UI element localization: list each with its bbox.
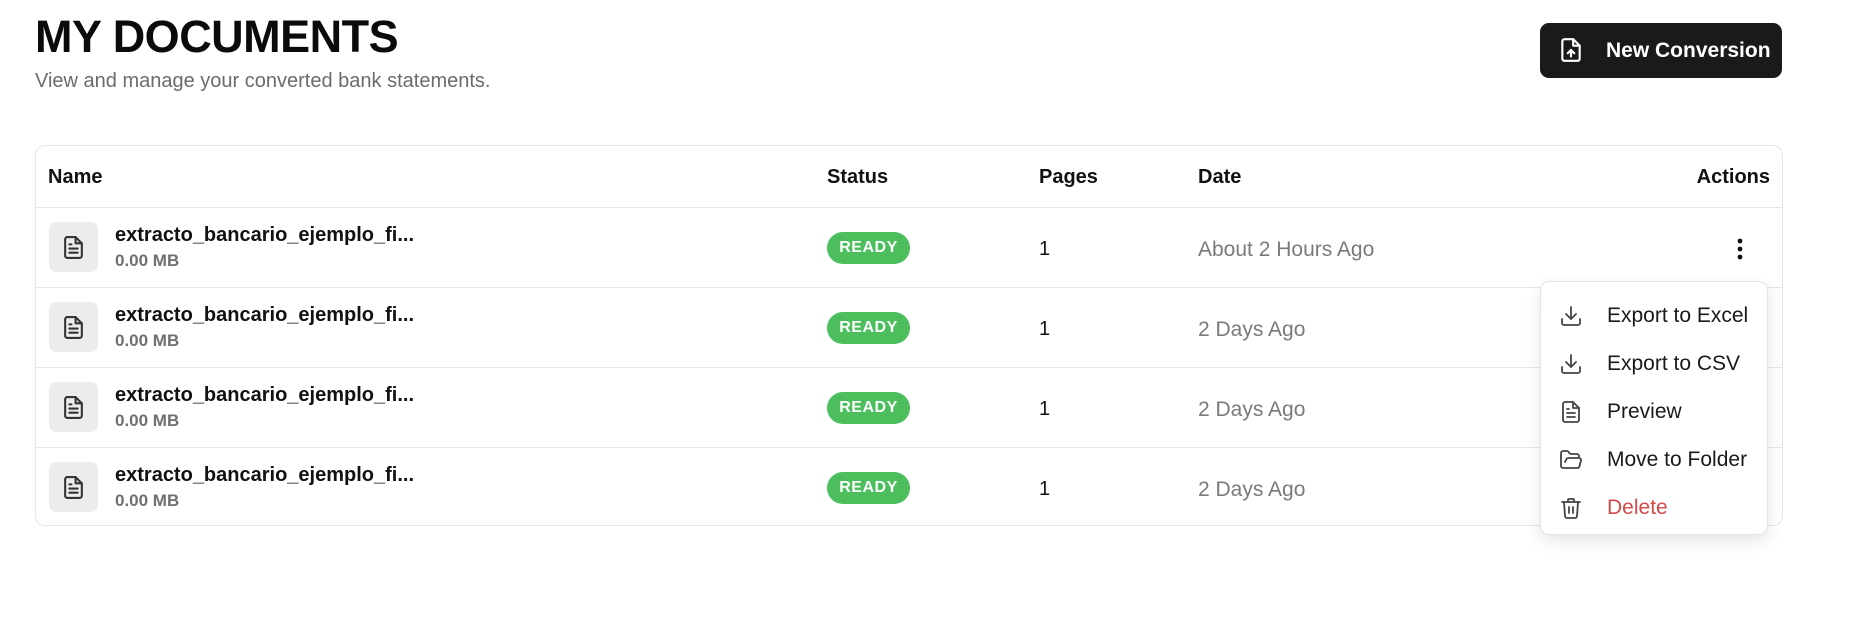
status-badge: READY <box>827 232 910 264</box>
document-icon <box>49 382 98 432</box>
file-name[interactable]: extracto_bancario_ejemplo_fi... <box>115 224 414 247</box>
page-count: 1 <box>1039 478 1051 500</box>
menu-item-label: Export to CSV <box>1607 352 1741 375</box>
file-upload-icon <box>1558 37 1584 63</box>
menu-item-preview[interactable]: Preview <box>1541 388 1767 434</box>
menu-item-export-excel[interactable]: Export to Excel <box>1541 292 1767 338</box>
new-conversion-button[interactable]: New Conversion <box>1540 23 1782 78</box>
document-icon <box>49 222 98 272</box>
document-icon <box>49 302 98 352</box>
table-row[interactable]: extracto_bancario_ejemplo_fi... 0.00 MB … <box>36 368 1782 448</box>
table-row[interactable]: extracto_bancario_ejemplo_fi... 0.00 MB … <box>36 288 1782 368</box>
table-row[interactable]: extracto_bancario_ejemplo_fi... 0.00 MB … <box>36 448 1782 528</box>
column-header-pages[interactable]: Pages <box>1039 166 1098 189</box>
menu-item-label: Export to Excel <box>1607 304 1749 327</box>
date-cell: 2 Days Ago <box>1198 478 1306 501</box>
file-name[interactable]: extracto_bancario_ejemplo_fi... <box>115 304 414 327</box>
column-header-name[interactable]: Name <box>48 166 102 189</box>
column-header-status[interactable]: Status <box>827 166 888 189</box>
file-size: 0.00 MB <box>115 411 180 430</box>
date-cell: 2 Days Ago <box>1198 398 1306 421</box>
file-size: 0.00 MB <box>115 251 180 270</box>
folder-open-icon <box>1559 448 1583 472</box>
page-count: 1 <box>1039 238 1051 260</box>
page-count: 1 <box>1039 398 1051 420</box>
table-header: Name Status Pages Date Actions <box>36 146 1782 208</box>
date-cell: About 2 Hours Ago <box>1198 238 1375 261</box>
menu-item-export-csv[interactable]: Export to CSV <box>1541 340 1767 386</box>
menu-item-label: Move to Folder <box>1607 448 1748 471</box>
status-badge: READY <box>827 312 910 344</box>
column-header-date[interactable]: Date <box>1198 166 1241 189</box>
download-icon <box>1559 352 1583 376</box>
row-actions-menu: Export to Excel Export to CSV Preview Mo… <box>1540 281 1768 535</box>
more-actions-icon[interactable] <box>1729 234 1751 264</box>
documents-table: Name Status Pages Date Actions extracto_… <box>35 145 1783 526</box>
page-subtitle: View and manage your converted bank stat… <box>35 70 491 92</box>
document-icon <box>49 462 98 512</box>
new-conversion-label: New Conversion <box>1606 39 1771 62</box>
page-title: MY DOCUMENTS <box>35 11 399 62</box>
page-count: 1 <box>1039 318 1051 340</box>
menu-item-delete[interactable]: Delete <box>1541 484 1767 530</box>
file-text-icon <box>1559 400 1583 424</box>
download-icon <box>1559 304 1583 328</box>
menu-item-move-to-folder[interactable]: Move to Folder <box>1541 436 1767 482</box>
menu-item-label: Preview <box>1607 400 1682 423</box>
status-badge: READY <box>827 392 910 424</box>
column-header-actions: Actions <box>1696 166 1770 188</box>
file-name[interactable]: extracto_bancario_ejemplo_fi... <box>115 464 414 487</box>
file-size: 0.00 MB <box>115 491 180 510</box>
date-cell: 2 Days Ago <box>1198 318 1306 341</box>
trash-icon <box>1559 496 1583 520</box>
table-row[interactable]: extracto_bancario_ejemplo_fi... 0.00 MB … <box>36 208 1782 288</box>
file-size: 0.00 MB <box>115 331 180 350</box>
status-badge: READY <box>827 472 910 504</box>
file-name[interactable]: extracto_bancario_ejemplo_fi... <box>115 384 414 407</box>
menu-item-label: Delete <box>1607 496 1668 519</box>
